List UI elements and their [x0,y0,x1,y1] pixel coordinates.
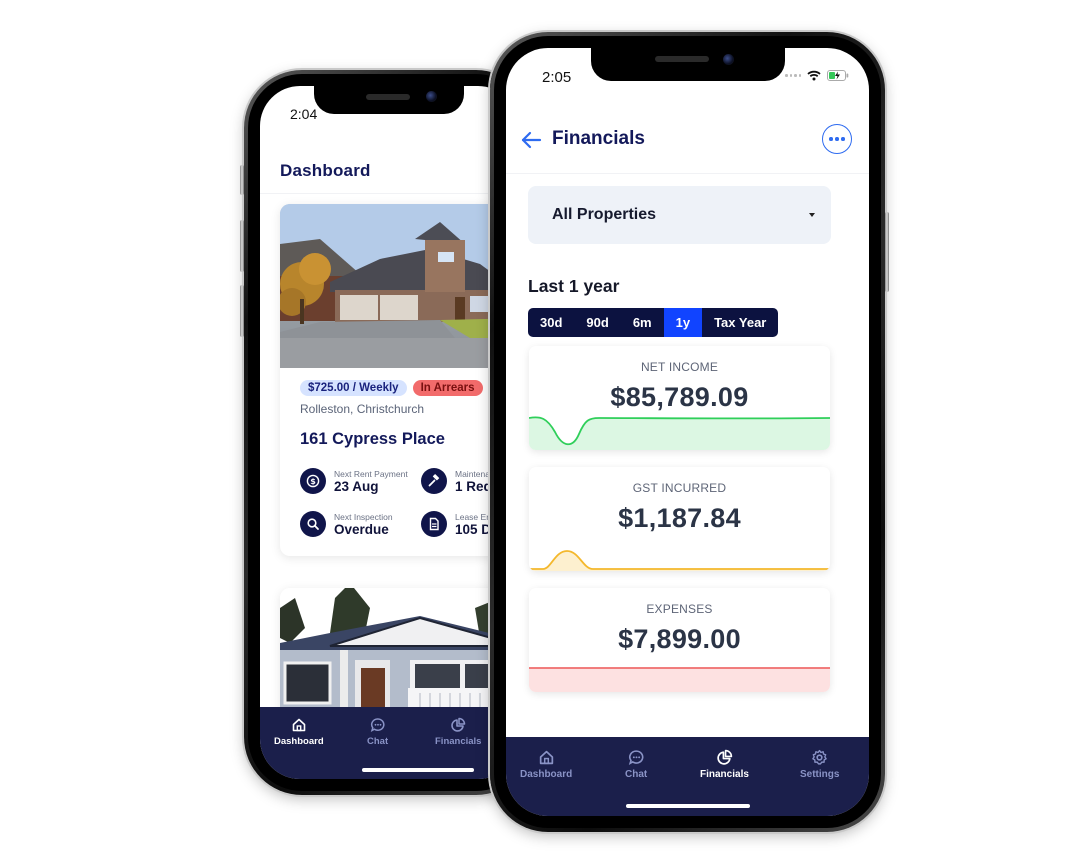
silent-switch [240,165,244,195]
dashboard-screen: 2:04 Dashboard $725.00 / Weekly In Arrea… [260,86,518,779]
tab-label: Financials [435,736,482,747]
property-card[interactable]: $725.00 / Weekly In Arrears Rolleston, C… [280,204,518,556]
pie-chart-icon [717,749,733,765]
home-indicator [625,804,750,808]
tab-label: Chat [367,736,389,747]
tab-label: Chat [625,769,648,780]
more-options-button[interactable] [822,124,852,154]
rent-badge: $725.00 / Weekly [300,380,407,396]
volume-down-button [240,285,244,337]
stat-label: NET INCOME [640,360,719,374]
expenses-card[interactable]: EXPENSES $7,899.00 [529,588,830,692]
tab-financials[interactable]: Financials [700,749,749,780]
camera-icon [426,91,437,102]
property-address: 161 Cypress Place [300,430,445,448]
tab-label: Settings [800,769,840,780]
tab-label: Dashboard [274,736,324,747]
page-title: Financials [552,128,645,149]
battery-charging-icon [827,70,849,81]
range-tab-1y[interactable]: 1y [663,308,703,337]
tab-chat[interactable]: Chat [625,749,647,780]
arrow-left-icon[interactable] [520,130,542,150]
property-photo [280,204,518,368]
volume-up-button [240,220,244,272]
search-icon [300,511,326,537]
home-indicator [362,768,474,772]
tab-dashboard[interactable]: Dashboard [520,749,572,780]
notch [314,86,464,114]
range-tab-6m[interactable]: 6m [621,308,664,337]
status-time: 2:05 [542,69,572,86]
svg-text:$: $ [310,477,316,486]
net-income-sparkline [529,416,830,450]
hammer-icon [421,468,447,494]
tab-financials[interactable]: Financials [435,717,481,747]
gst-incurred-card[interactable]: GST INCURRED $1,187.84 [529,467,830,571]
detail-value: 23 Aug [334,478,379,494]
camera-icon [722,54,734,65]
tab-bar: Dashboard Chat Financials Settings [506,737,869,816]
range-title: Last 1 year [528,276,620,296]
home-icon [292,718,306,732]
pie-chart-icon [451,717,466,732]
range-tabs: 30d 90d 6m 1y Tax Year [528,308,779,337]
tab-chat[interactable]: Chat [367,717,388,747]
document-icon [421,511,447,537]
wifi-icon [807,70,821,81]
status-time: 2:04 [290,106,318,122]
phone-financials: 2:05 Financials All Properties Last 1 ye… [490,32,889,832]
stat-label: GST INCURRED [632,481,727,495]
stat-label: EXPENSES [646,602,713,616]
detail-value: Overdue [334,521,389,537]
financials-screen: 2:05 Financials All Properties Last 1 ye… [506,48,869,816]
signal-icon [785,74,801,77]
stat-value: $1,187.84 [618,503,741,533]
property-photo [280,588,518,718]
notch [590,48,785,81]
status-badge: In Arrears [412,380,483,396]
range-tab-30d[interactable]: 30d [528,308,574,337]
app-header: Financials [506,106,869,174]
net-income-card[interactable]: NET INCOME $85,789.09 [529,346,830,450]
expenses-sparkline [529,667,830,692]
tab-bar: Dashboard Chat Financials [260,707,518,779]
power-button [885,212,889,292]
stat-value: $85,789.09 [610,382,749,412]
tab-label: Dashboard [520,769,573,780]
status-icons [785,70,849,81]
property-suburb: Rolleston, Christchurch [300,402,425,416]
home-icon [539,750,553,765]
detail-label: Next Rent Payment [334,468,408,479]
gst-sparkline [529,550,830,571]
dollar-icon: $ [300,468,326,494]
detail-label: Next Inspection [334,511,393,522]
gear-icon [812,749,827,765]
tab-dashboard[interactable]: Dashboard [274,717,324,747]
caret-down-icon [809,213,815,217]
chat-icon [628,750,644,765]
range-tab-90d[interactable]: 90d [574,308,620,337]
range-tab-tax-year[interactable]: Tax Year [702,308,778,337]
tab-label: Financials [700,769,749,780]
chat-icon [370,718,385,733]
property-select-value: All Properties [552,206,657,223]
page-title: Dashboard [280,161,371,180]
more-horizontal-icon [829,137,845,141]
next-inspection: Next Inspection Overdue [300,511,393,537]
property-select[interactable]: All Properties [528,186,831,244]
stat-value: $7,899.00 [618,624,741,654]
divider [260,193,518,194]
next-rent-payment: $ Next Rent Payment 23 Aug [300,468,408,494]
tab-settings[interactable]: Settings [800,749,839,780]
